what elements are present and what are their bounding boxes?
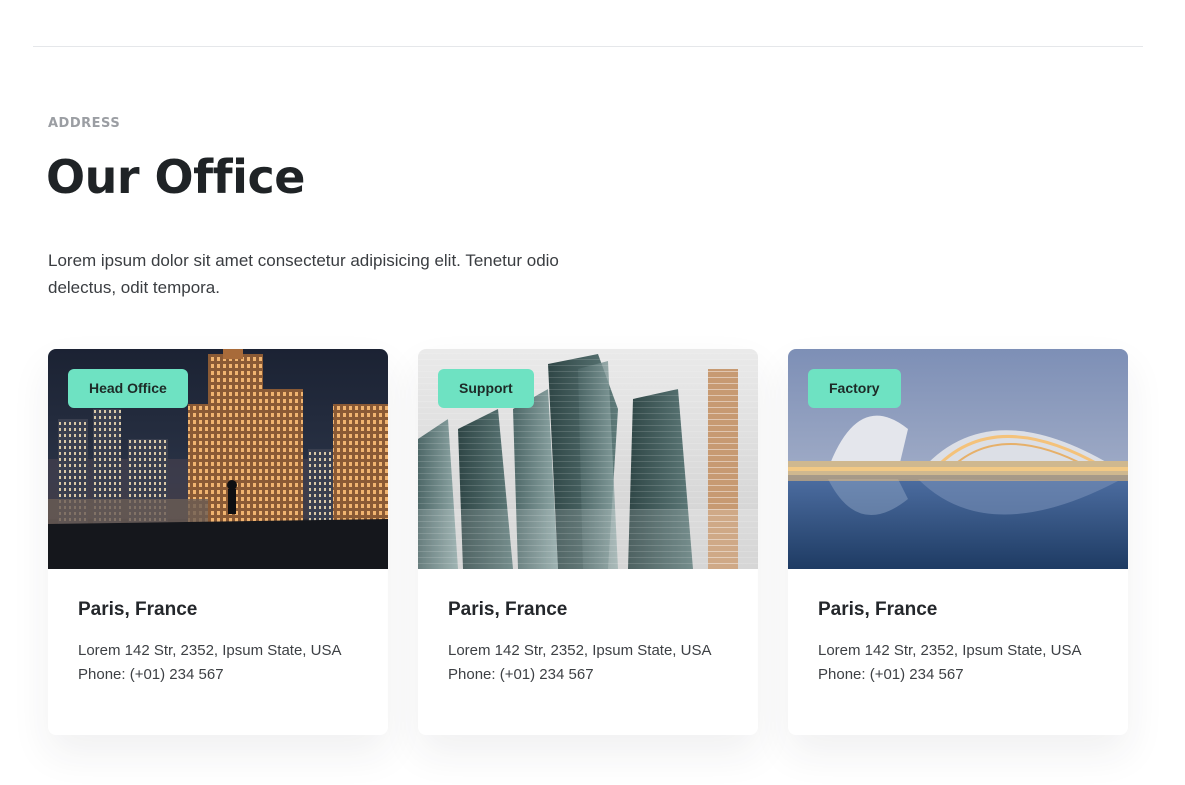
office-card-head-office[interactable]: Head Office Paris, France Lorem 142 Str,… xyxy=(48,349,388,735)
office-phone: Phone: (+01) 234 567 xyxy=(78,666,224,683)
office-card-body: Paris, France Lorem 142 Str, 2352, Ipsum… xyxy=(788,569,1128,687)
office-address: Lorem 142 Str, 2352, Ipsum State, USA xyxy=(448,642,712,659)
office-image-skyscrapers: Support xyxy=(418,349,758,569)
section-title: Our Office xyxy=(46,150,305,204)
office-city: Paris, France xyxy=(448,599,568,620)
office-badge: Factory xyxy=(808,369,901,408)
office-address: Lorem 142 Str, 2352, Ipsum State, USA xyxy=(818,642,1082,659)
office-card-factory[interactable]: Factory Paris, France Lorem 142 Str, 235… xyxy=(788,349,1128,735)
office-phone: Phone: (+01) 234 567 xyxy=(818,666,964,683)
office-card-body: Paris, France Lorem 142 Str, 2352, Ipsum… xyxy=(418,569,758,687)
office-city: Paris, France xyxy=(818,599,938,620)
office-card-body: Paris, France Lorem 142 Str, 2352, Ipsum… xyxy=(48,569,388,687)
office-image-night-city: Head Office xyxy=(48,349,388,569)
office-address: Lorem 142 Str, 2352, Ipsum State, USA xyxy=(78,642,342,659)
office-badge: Support xyxy=(438,369,534,408)
section-eyebrow: ADDRESS xyxy=(48,116,121,131)
office-image-modern-building: Factory xyxy=(788,349,1128,569)
office-badge: Head Office xyxy=(68,369,188,408)
office-card-support[interactable]: Support Paris, France Lorem 142 Str, 235… xyxy=(418,349,758,735)
section-description: Lorem ipsum dolor sit amet consectetur a… xyxy=(48,251,559,297)
top-divider xyxy=(33,46,1143,47)
office-phone: Phone: (+01) 234 567 xyxy=(448,666,594,683)
office-city: Paris, France xyxy=(78,599,198,620)
office-section: ADDRESS Our Office Lorem ipsum dolor sit… xyxy=(0,0,1185,785)
